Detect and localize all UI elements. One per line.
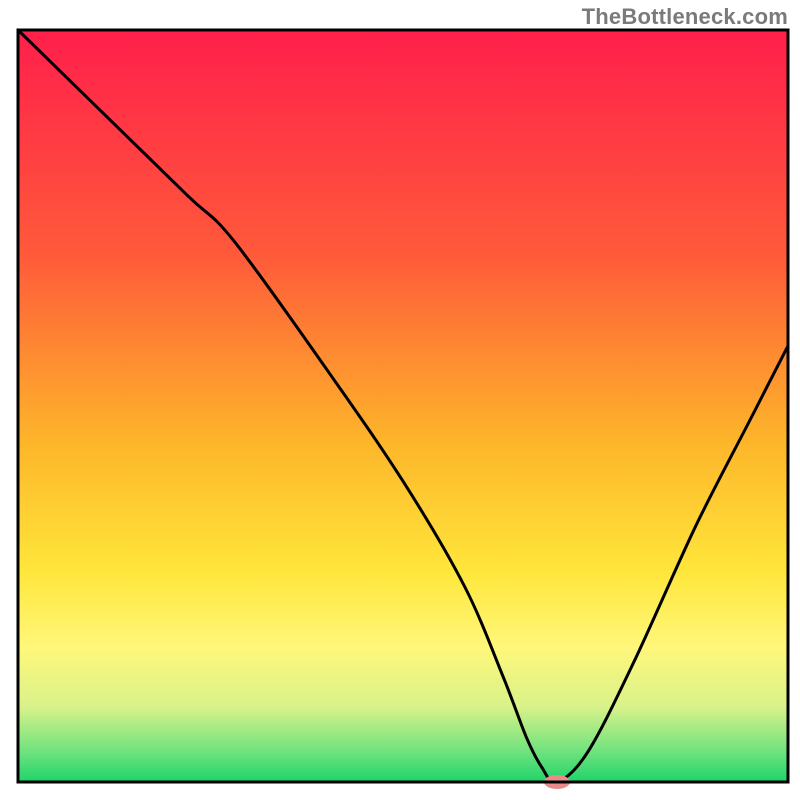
chart-container: TheBottleneck.com: [0, 0, 800, 800]
bottleneck-chart: [0, 0, 800, 800]
plot-area: [18, 30, 788, 789]
watermark-text: TheBottleneck.com: [582, 4, 788, 30]
